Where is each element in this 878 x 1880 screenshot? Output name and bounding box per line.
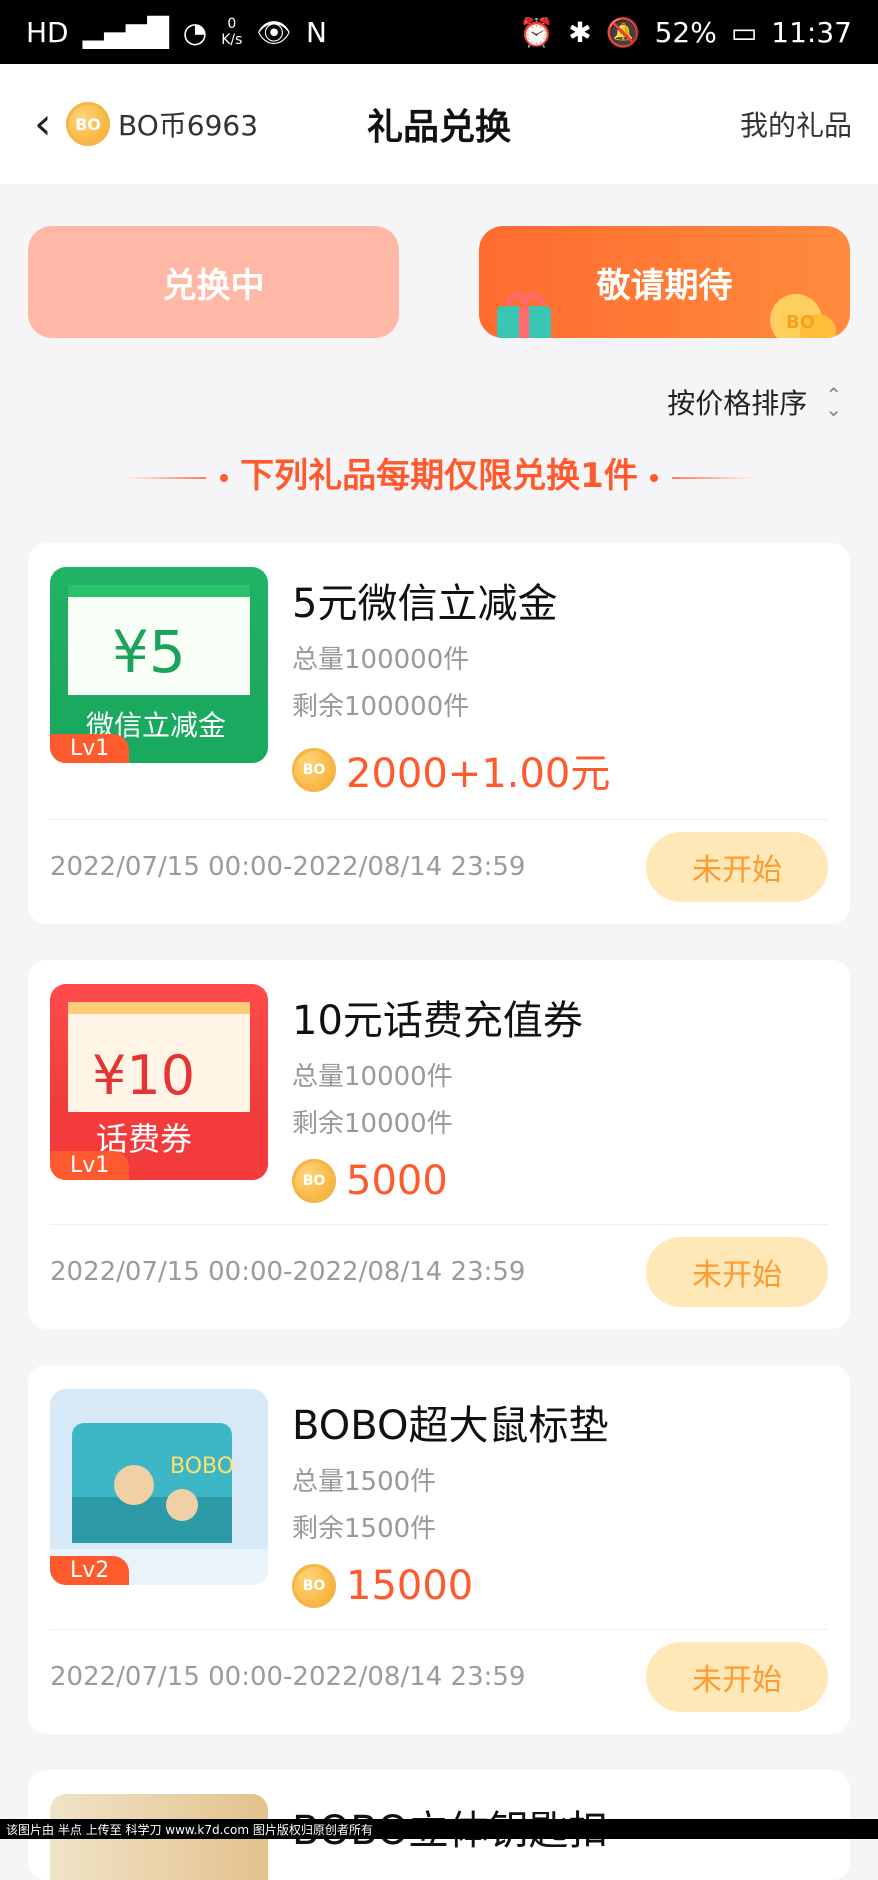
gift-thumbnail: ¥5 微信立减金 Lv1	[50, 567, 268, 763]
gift-card-top: BOBO Lv2 BOBO超大鼠标垫 总量1500件 剩余1500件 BO 15…	[50, 1389, 828, 1609]
sort-arrows-icon: ⌃⌄	[825, 388, 842, 416]
gift-price: BO 2000+1.00元	[292, 741, 828, 799]
gift-remaining: 剩余10000件	[292, 1103, 828, 1140]
sort-label: 按价格排序	[667, 382, 807, 422]
tabs: 兑换中 敬请期待 BO	[0, 226, 878, 338]
gift-card[interactable]: ¥5 微信立减金 Lv1 5元微信立减金 总量100000件 剩余100000件…	[28, 543, 850, 924]
gift-card[interactable]: BOBO Lv2 BOBO超大鼠标垫 总量1500件 剩余1500件 BO 15…	[28, 1365, 850, 1734]
price-value: 15000	[346, 1563, 473, 1609]
gift-total: 总量10000件	[292, 1056, 828, 1093]
gift-title: 10元话费充值券	[292, 988, 828, 1046]
eye-icon: 👁	[256, 16, 292, 49]
gift-thumbnail: BOBO Lv2	[50, 1389, 268, 1585]
bo-coin-icon: BO	[292, 1564, 336, 1608]
page-title: 礼品兑换	[367, 98, 511, 150]
coin-balance-label: BO币6963	[118, 104, 258, 144]
svg-text:¥10: ¥10	[92, 1044, 195, 1107]
signal-icon: ▂▄▆█	[83, 16, 169, 49]
redeem-period: 2022/07/15 00:00-2022/08/14 23:59	[50, 852, 525, 882]
tab-label: 敬请期待	[597, 258, 733, 307]
gift-total: 总量1500件	[292, 1461, 828, 1498]
level-badge: Lv1	[50, 734, 129, 763]
gift-card-bottom: 2022/07/15 00:00-2022/08/14 23:59 未开始	[50, 1224, 828, 1307]
gift-remaining: 剩余1500件	[292, 1508, 828, 1545]
status-button[interactable]: 未开始	[646, 832, 828, 902]
svg-text:BO: BO	[786, 312, 815, 333]
tab-redeeming[interactable]: 兑换中	[28, 226, 399, 338]
redeem-period: 2022/07/15 00:00-2022/08/14 23:59	[50, 1257, 525, 1287]
gift-info: BOBO超大鼠标垫 总量1500件 剩余1500件 BO 15000	[292, 1389, 828, 1609]
nfc-icon: N	[306, 16, 327, 49]
hd-icon: HD	[26, 16, 69, 49]
divider	[672, 477, 752, 479]
battery-icon: ▭	[731, 16, 757, 49]
watermark-bar: 该图片由 半点 上传至 科学刀 www.k7d.com 图片版权归原创者所有	[0, 1819, 878, 1839]
gift-card-bottom: 2022/07/15 00:00-2022/08/14 23:59 未开始	[50, 819, 828, 902]
price-value: 2000+1.00元	[346, 741, 610, 799]
gift-total: 总量100000件	[292, 639, 828, 676]
divider	[126, 477, 206, 479]
bo-coin-icon: BO	[292, 1159, 336, 1203]
gift-card-top: ¥10 话费券 Lv1 10元话费充值券 总量10000件 剩余10000件 B…	[50, 984, 828, 1204]
gift-remaining: 剩余100000件	[292, 686, 828, 723]
chevron-left-icon[interactable]: ‹	[34, 99, 52, 150]
status-bar: HD ▂▄▆█ ◔ 0 K/s 👁 N ⏰ ✱ 🔕 52% ▭ 11:37	[0, 0, 878, 64]
watermark-text: 该图片由 半点 上传至 科学刀 www.k7d.com 图片版权归原创者所有	[6, 1821, 373, 1838]
bo-coin-icon: BO	[292, 748, 336, 792]
time: 11:37	[771, 16, 852, 49]
bo-coin-icon: BO	[66, 102, 110, 146]
tab-coming-soon[interactable]: 敬请期待 BO	[479, 226, 850, 338]
status-button[interactable]: 未开始	[646, 1237, 828, 1307]
tab-label: 兑换中	[163, 258, 265, 307]
limit-banner: 下列礼品每期仅限兑换1件	[0, 448, 878, 497]
gift-card-top: ¥5 微信立减金 Lv1 5元微信立减金 总量100000件 剩余100000件…	[50, 567, 828, 799]
gift-title: 5元微信立减金	[292, 571, 828, 629]
battery-percent: 52%	[655, 16, 717, 49]
svg-text:BOBO: BOBO	[170, 1454, 234, 1479]
gift-price: BO 5000	[292, 1158, 828, 1204]
gift-card-bottom: 2022/07/15 00:00-2022/08/14 23:59 未开始	[50, 1629, 828, 1712]
alarm-icon: ⏰	[519, 16, 554, 49]
status-button[interactable]: 未开始	[646, 1642, 828, 1712]
my-gifts-link[interactable]: 我的礼品	[740, 104, 852, 144]
nav-bar: ‹ BO BO币6963 礼品兑换 我的礼品	[0, 64, 878, 184]
dot-icon	[650, 474, 658, 482]
gift-info: 10元话费充值券 总量10000件 剩余10000件 BO 5000	[292, 984, 828, 1204]
redeem-period: 2022/07/15 00:00-2022/08/14 23:59	[50, 1662, 525, 1692]
gift-card[interactable]: ¥10 话费券 Lv1 10元话费充值券 总量10000件 剩余10000件 B…	[28, 960, 850, 1329]
status-right: ⏰ ✱ 🔕 52% ▭ 11:37	[519, 16, 852, 49]
gift-info: 5元微信立减金 总量100000件 剩余100000件 BO 2000+1.00…	[292, 567, 828, 799]
gift-price: BO 15000	[292, 1563, 828, 1609]
coins-icon: BO	[762, 278, 842, 338]
gift-thumbnail: ¥10 话费券 Lv1	[50, 984, 268, 1180]
gift-list: ¥5 微信立减金 Lv1 5元微信立减金 总量100000件 剩余100000件…	[0, 543, 878, 1880]
limit-text: 下列礼品每期仅限兑换1件	[240, 456, 638, 496]
gift-icon	[489, 288, 561, 338]
dot-icon	[220, 474, 228, 482]
svg-text:¥5: ¥5	[112, 618, 186, 686]
gift-title: BOBO超大鼠标垫	[292, 1393, 828, 1451]
price-value: 5000	[346, 1158, 448, 1204]
level-badge: Lv1	[50, 1151, 129, 1180]
coin-balance: BO BO币6963	[66, 102, 258, 146]
mute-icon: 🔕	[606, 16, 641, 49]
sort-by-price[interactable]: 按价格排序 ⌃⌄	[0, 382, 878, 422]
network-speed: 0 K/s	[221, 16, 242, 48]
level-badge: Lv2	[50, 1556, 129, 1585]
status-left: HD ▂▄▆█ ◔ 0 K/s 👁 N	[26, 16, 327, 49]
bluetooth-icon: ✱	[568, 16, 591, 49]
wifi-icon: ◔	[183, 16, 207, 49]
